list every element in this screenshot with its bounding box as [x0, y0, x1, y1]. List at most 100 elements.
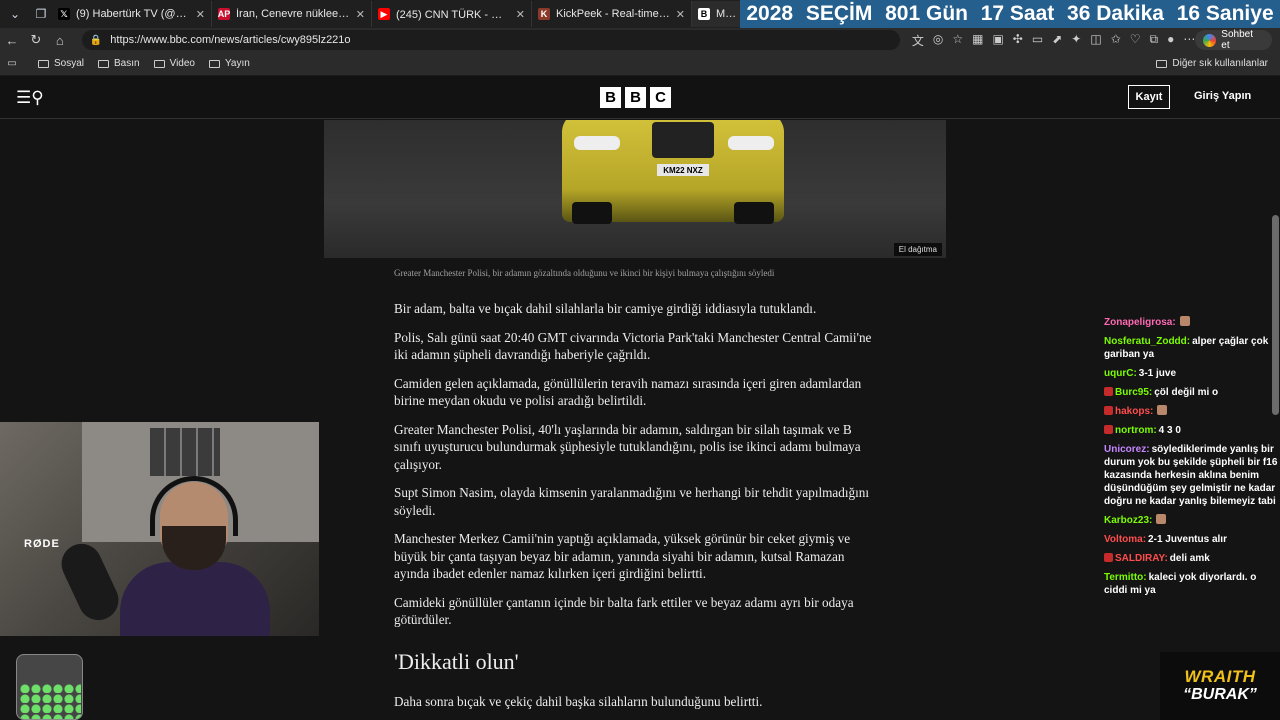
tab-title: Manches — [716, 8, 737, 20]
folder-icon — [153, 59, 165, 68]
lock-icon: 🔒 — [89, 34, 103, 46]
bbc-icon: B — [698, 8, 710, 20]
tab-list-chevron-icon[interactable]: ⌄ — [4, 3, 26, 25]
folder-icon — [38, 59, 49, 68]
chat-username[interactable]: Karboz23: — [1104, 515, 1152, 526]
browser-tab[interactable]: ▶ (245) CNN TÜRK - 🔴 Canlı Yayın · ✕ — [372, 1, 532, 27]
workspaces-icon[interactable]: ❐ — [30, 3, 52, 25]
browser-tab[interactable]: B Manches — [692, 1, 744, 27]
wraith-line1: WRAITH — [1184, 667, 1256, 686]
countdown-label: SEÇİM — [805, 2, 873, 25]
copilot-icon — [1203, 33, 1217, 47]
bookmark-folder[interactable]: Yayın — [209, 58, 250, 69]
profile-avatar[interactable]: ● — [1167, 32, 1174, 49]
chat-message: hakops: — [1104, 405, 1280, 418]
bookmark-label: Video — [169, 58, 195, 69]
chat-text: 3-1 juve — [1138, 368, 1177, 379]
paragraph: Supt Simon Nasim, olayda kimsenin yarala… — [394, 485, 870, 518]
other-bookmarks[interactable]: Diğer sık kullanılanlar — [1156, 58, 1268, 69]
car-image: KM22 NXZ — [562, 120, 784, 224]
back-arrow-icon[interactable]: ← — [0, 33, 24, 48]
subscriber-badge-icon — [1104, 387, 1113, 396]
chat-username[interactable]: SALDIRAY: — [1115, 553, 1168, 564]
close-tab-icon[interactable]: ✕ — [676, 8, 685, 21]
microphone — [54, 537, 126, 627]
kickpeek-icon: K — [538, 8, 550, 20]
bookmark-label: Yayın — [225, 58, 250, 69]
chat-username[interactable]: Termitto: — [1104, 572, 1147, 583]
chat-message: Karboz23: — [1104, 514, 1280, 527]
chat-text: 4 3 0 — [1158, 425, 1181, 436]
browser-tab[interactable]: 𝕏 (9) Habertürk TV (@HaberturkTV) / ✕ — [52, 1, 212, 27]
youtube-icon: ▶ — [378, 8, 390, 20]
url-field[interactable]: 🔒 https://www.bbc.com/news/articles/cwy8… — [81, 30, 900, 50]
reader-icon[interactable]: ◎ — [933, 32, 943, 49]
subscriber-badge-icon — [1104, 425, 1113, 434]
bookmark-folder[interactable]: Basın — [98, 58, 140, 69]
close-tab-icon[interactable]: ✕ — [516, 8, 525, 21]
chat-username[interactable]: nortrom: — [1115, 425, 1157, 436]
browser-tab[interactable]: AP İran, Cenevre nükleer görüşmeleri ✕ — [212, 1, 372, 27]
extension-icon[interactable]: ▦ — [972, 32, 983, 49]
hoodie — [120, 562, 270, 636]
collections-icon[interactable]: ⧉ — [1150, 32, 1159, 49]
favorite-star-icon[interactable]: ☆ — [952, 32, 963, 49]
register-button[interactable]: Kayıt — [1128, 85, 1170, 109]
chat-username[interactable]: uqurC: — [1104, 368, 1137, 379]
more-menu-icon[interactable]: ⋯ — [1183, 32, 1195, 49]
url-text: https://www.bbc.com/news/articles/cwy895… — [110, 34, 351, 46]
copilot-chat-button[interactable]: Sohbet et — [1195, 29, 1272, 51]
folder-icon — [1156, 59, 1168, 68]
close-tab-icon[interactable]: ✕ — [196, 8, 205, 21]
chat-emote-icon — [1157, 405, 1168, 415]
browser-tab[interactable]: K KickPeek - Real-time URL Crawler ✕ — [532, 1, 692, 27]
subscriber-badge-icon — [1104, 553, 1113, 562]
extensions-puzzle-icon[interactable]: ✦ — [1071, 32, 1081, 49]
extension-icon[interactable]: ▣ — [992, 32, 1003, 49]
bookmark-folder[interactable]: Sosyal — [38, 58, 84, 69]
extension-icon[interactable]: ⬈ — [1052, 32, 1062, 49]
bbc-header: ☰⚲ B B C Kayıt Giriş Yapın — [0, 76, 1280, 119]
chat-username[interactable]: Unicorez: — [1104, 444, 1150, 455]
favorites-icon[interactable]: ✩ — [1111, 32, 1121, 49]
chat-message: Unicorez: söylediklerimde yanlış bir duru… — [1104, 443, 1280, 508]
paragraph: Camideki gönüllüler çantanın içinde bir … — [394, 594, 854, 628]
bookmark-folder[interactable]: Video — [153, 58, 195, 69]
health-icon[interactable]: ♡ — [1130, 32, 1141, 49]
logo-letter: B — [600, 87, 621, 108]
tab-title: (245) CNN TÜRK - 🔴 Canlı Yayın · — [396, 8, 510, 21]
refresh-icon[interactable]: ↻ — [24, 32, 48, 48]
image-credit: El dağıtma — [893, 243, 942, 256]
extension-icon[interactable]: ✣ — [1013, 32, 1023, 49]
tab-title: (9) Habertürk TV (@HaberturkTV) / — [76, 8, 190, 20]
jar-balls — [19, 683, 81, 719]
chat-username[interactable]: Voltoma: — [1104, 534, 1146, 545]
bbc-logo[interactable]: B B C — [600, 87, 671, 108]
election-countdown: 2028 SEÇİM 801 Gün 17 Saat 36 Dakika 16 … — [740, 0, 1280, 28]
paragraph: Camiden gelen açıklamada, gönüllülerin t… — [394, 375, 862, 409]
chat-username[interactable]: Zonapeligrosa: — [1104, 317, 1176, 328]
headset — [150, 476, 238, 536]
menu-search-icon[interactable]: ☰⚲ — [16, 88, 44, 108]
countdown-hours: 17 Saat — [980, 2, 1055, 25]
bookmark-label: Diğer sık kullanılanlar — [1172, 58, 1268, 69]
close-tab-icon[interactable]: ✕ — [356, 8, 365, 21]
split-screen-icon[interactable]: ◫ — [1090, 32, 1101, 49]
countdown-minutes: 36 Dakika — [1067, 2, 1164, 25]
chat-username[interactable]: Nosferatu_Zoddd: — [1104, 336, 1190, 347]
tab-title: İran, Cenevre nükleer görüşmeleri — [236, 8, 350, 20]
wraith-line2: “BURAK” — [1183, 686, 1257, 703]
mic-brand: RØDE — [24, 538, 60, 550]
home-icon[interactable]: ⌂ — [48, 33, 72, 48]
chat-username[interactable]: hakops: — [1115, 406, 1153, 417]
translate-icon[interactable]: 文 — [912, 32, 924, 49]
stream-chat: Zonapeligrosa: Nosferatu_Zoddd: alper çağl… — [1104, 316, 1280, 603]
extension-icon[interactable]: ▭ — [1032, 32, 1043, 49]
sidebar-toggle-icon[interactable]: ▭ — [0, 58, 24, 69]
chat-message: Burc95: çöl değil mi o — [1104, 386, 1280, 399]
article-body: Bir adam, balta ve bıçak dahil silahlarl… — [394, 300, 880, 720]
ap-icon: AP — [217, 8, 231, 20]
paragraph: Daha sonra bıçak ve çekiç dahil başka si… — [394, 693, 763, 709]
login-link[interactable]: Giriş Yapın — [1194, 90, 1251, 102]
chat-username[interactable]: Burc95: — [1115, 387, 1152, 398]
